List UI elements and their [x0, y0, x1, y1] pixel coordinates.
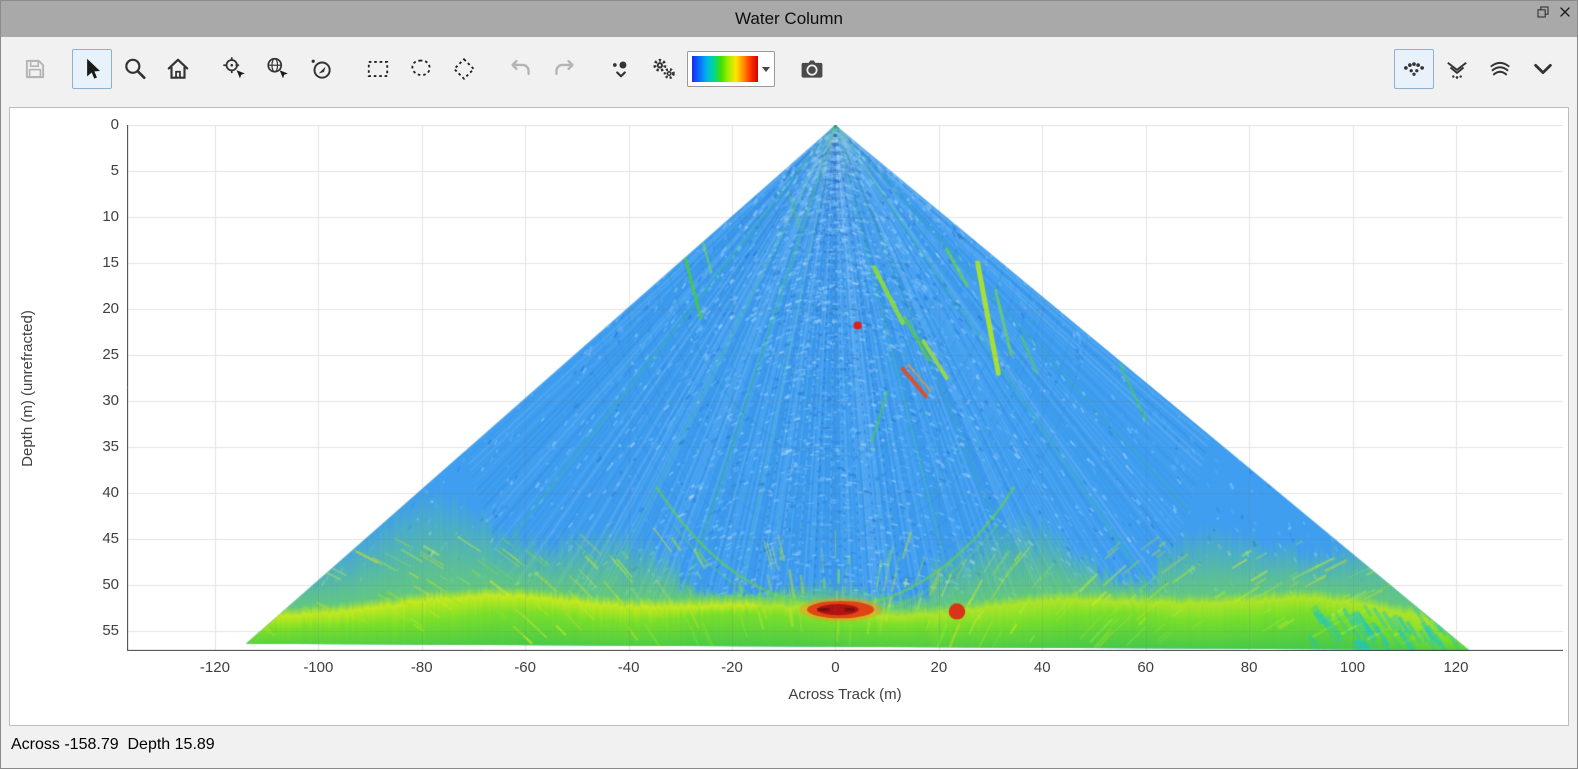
- water-column-window: Water Column 0 5 10 15 20 25 30 35 40 45 50 55 -120…: [0, 0, 1578, 769]
- save-button[interactable]: [15, 49, 55, 89]
- points-dropdown-icon: [608, 56, 634, 82]
- toolbar-right: [1394, 49, 1563, 89]
- lasso-select-button[interactable]: [401, 49, 441, 89]
- x-tick-label: 0: [831, 659, 840, 676]
- scatter-view-icon: [1401, 56, 1427, 82]
- x-tick-label: 40: [1033, 659, 1051, 676]
- colormap-dropdown-arrow: [762, 66, 770, 72]
- home-view-button[interactable]: [158, 49, 198, 89]
- stacked-view-button[interactable]: [1480, 49, 1520, 89]
- select-cursor-button[interactable]: [72, 49, 112, 89]
- plot-canvas[interactable]: [127, 125, 1563, 651]
- window-title: Water Column: [734, 9, 843, 28]
- wiggle-view-icon: [1444, 56, 1470, 82]
- x-tick-label: 20: [930, 659, 948, 676]
- cursor-icon: [79, 56, 105, 82]
- x-tick-label: -80: [410, 659, 433, 676]
- y-tick-label: 45: [102, 529, 119, 547]
- y-tick-label: 25: [102, 345, 119, 363]
- polygon-select-icon: [451, 56, 477, 82]
- points-view-button[interactable]: [1394, 49, 1434, 89]
- x-tick-label: -40: [617, 659, 640, 676]
- x-tick-label: 120: [1443, 659, 1469, 676]
- plot-area: 0 5 10 15 20 25 30 35 40 45 50 55 -120 -100 -80 -60 -40…: [9, 107, 1569, 726]
- polygon-select-button[interactable]: [444, 49, 484, 89]
- stacked-arcs-icon: [1487, 56, 1513, 82]
- compass-cursor-icon: [308, 56, 334, 82]
- home-icon: [165, 56, 191, 82]
- y-tick-label: 15: [102, 253, 119, 271]
- settings-button[interactable]: [644, 49, 684, 89]
- point-display-options-button[interactable]: [601, 49, 641, 89]
- pick-beam-button[interactable]: [301, 49, 341, 89]
- undo-icon: [508, 56, 534, 82]
- y-axis: Depth (m) (unrefracted): [14, 125, 40, 651]
- x-tick-label: 100: [1340, 659, 1366, 676]
- lasso-select-icon: [408, 56, 434, 82]
- more-views-button[interactable]: [1523, 49, 1563, 89]
- redo-button[interactable]: [544, 49, 584, 89]
- x-axis-label: Across Track (m): [788, 686, 902, 703]
- y-tick-label: 40: [102, 483, 119, 501]
- close-window-button[interactable]: [1559, 5, 1571, 23]
- float-icon: [1537, 5, 1549, 23]
- y-tick-label: 35: [102, 437, 119, 455]
- pick-position-button[interactable]: [215, 49, 255, 89]
- wiggle-view-button[interactable]: [1437, 49, 1477, 89]
- pick-geo-button[interactable]: [258, 49, 298, 89]
- crosshair-cursor-icon: [222, 56, 248, 82]
- rectangle-select-icon: [365, 56, 391, 82]
- gears-icon: [651, 56, 677, 82]
- globe-cursor-icon: [265, 56, 291, 82]
- x-tick-label: -60: [514, 659, 536, 676]
- x-tick-label: -100: [303, 659, 334, 676]
- y-tick-label: 5: [110, 161, 119, 179]
- close-icon: [1559, 5, 1571, 23]
- y-tick-label: 20: [102, 299, 119, 317]
- y-tick-label: 50: [102, 575, 119, 593]
- rectangle-select-button[interactable]: [358, 49, 398, 89]
- save-icon: [22, 56, 48, 82]
- titlebar-controls: [1537, 5, 1571, 23]
- status-bar: Across -158.79 Depth 15.89: [11, 736, 215, 753]
- y-tick-label: 30: [102, 391, 119, 409]
- x-tick-label: -20: [721, 659, 743, 676]
- redo-icon: [551, 56, 577, 82]
- colormap-selector[interactable]: [687, 51, 775, 87]
- undo-button[interactable]: [501, 49, 541, 89]
- titlebar: Water Column: [1, 1, 1577, 37]
- magnifier-icon: [122, 56, 148, 82]
- toolbar: [1, 37, 1577, 101]
- colormap-gradient: [692, 56, 758, 82]
- snapshot-button[interactable]: [792, 49, 832, 89]
- x-tick-label: 80: [1240, 659, 1258, 676]
- x-tick-label: 60: [1137, 659, 1155, 676]
- y-axis-label: Depth (m) (unrefracted): [18, 309, 36, 467]
- y-tick-label: 55: [102, 621, 119, 639]
- x-tick-label: -120: [199, 659, 230, 676]
- zoom-button[interactable]: [115, 49, 155, 89]
- y-tick-label: 10: [102, 207, 119, 225]
- camera-icon: [799, 56, 825, 82]
- toolbar-left: [15, 49, 849, 89]
- chevron-down-icon: [1530, 56, 1556, 82]
- y-tick-label: 0: [110, 116, 119, 133]
- float-window-button[interactable]: [1537, 5, 1549, 23]
